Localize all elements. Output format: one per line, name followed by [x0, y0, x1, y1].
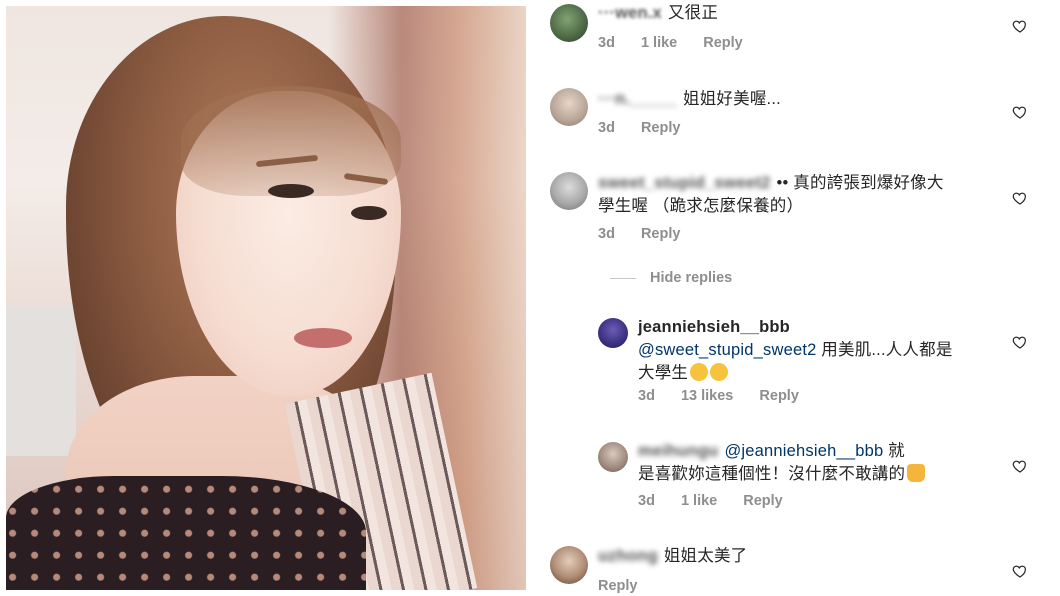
thumbs-up-emoji-icon	[907, 464, 926, 482]
reply-username[interactable]: jeanniehsieh__bbb	[638, 318, 790, 336]
comment-likes[interactable]: 1 like	[641, 35, 677, 51]
avatar[interactable]	[598, 442, 628, 472]
comments-panel: ···wen.x 又很正 3d 1 like Reply ···n._____ 姐姐…	[526, 0, 1060, 596]
comment-username[interactable]: sweet_stupid_sweet2	[598, 174, 771, 192]
comment-text: ···n._____ 姐姐好美喔...	[598, 88, 781, 111]
comment-meta: Reply	[598, 578, 660, 594]
avatar[interactable]	[550, 172, 588, 210]
reply-meta: 3d 13 likes Reply	[638, 388, 821, 404]
comment-text: sweet_stupid_sweet2 •• 真的誇張到爆好像大 學生喔 （跪求怎…	[598, 172, 998, 218]
reply-text: meihungu @jeanniehsieh__bbb 就 是喜歡妳這種個性！沒什…	[638, 440, 1018, 486]
reply-button[interactable]: Reply	[641, 120, 681, 136]
reply-body-line1: 用美肌...人人都是	[816, 341, 953, 359]
like-heart-icon[interactable]	[1012, 18, 1028, 34]
reply-button[interactable]: Reply	[743, 493, 783, 509]
rofl-emoji-icon	[710, 363, 729, 381]
reply-button[interactable]: Reply	[641, 226, 681, 242]
left-eye	[268, 184, 314, 198]
like-heart-icon[interactable]	[1012, 458, 1028, 474]
reply-time: 3d	[638, 388, 655, 404]
reply-body-line2: 大學生	[638, 364, 689, 382]
reply-button[interactable]: Reply	[759, 388, 799, 404]
like-heart-icon[interactable]	[1012, 104, 1028, 120]
like-heart-icon[interactable]	[1012, 563, 1028, 579]
reply-button[interactable]: Reply	[598, 578, 638, 594]
comment-body: 姐姐太美了	[663, 547, 748, 565]
reply-mention[interactable]: @jeanniehsieh__bbb	[724, 442, 883, 460]
comment-username[interactable]: ···wen.x	[598, 4, 662, 22]
lips	[294, 328, 352, 348]
avatar[interactable]	[550, 4, 588, 42]
comment-body-line2: 學生喔 （跪求怎麼保養的）	[598, 197, 804, 215]
comment-text: ···wen.x 又很正	[598, 2, 718, 25]
comment-text: uzhong 姐姐太美了	[598, 545, 747, 568]
divider-line	[610, 277, 636, 279]
post-photo	[6, 6, 526, 590]
background-shelf	[6, 306, 76, 456]
hide-replies-label: Hide replies	[650, 270, 733, 286]
reply-mention[interactable]: @sweet_stupid_sweet2	[638, 341, 817, 359]
reply-likes[interactable]: 1 like	[681, 493, 717, 509]
comment-body: 又很正	[667, 4, 719, 22]
lace-top	[6, 476, 366, 590]
reply-time: 3d	[638, 493, 655, 509]
reply-body-line1: 就	[883, 442, 905, 460]
reply-button[interactable]: Reply	[703, 35, 743, 51]
rofl-emoji-icon	[690, 363, 709, 381]
comment-meta: 3d Reply	[598, 226, 702, 242]
avatar[interactable]	[550, 546, 588, 584]
hide-replies-button[interactable]: Hide replies	[610, 270, 732, 286]
reply-likes[interactable]: 13 likes	[681, 388, 733, 404]
like-heart-icon[interactable]	[1012, 334, 1028, 350]
comment-time: 3d	[598, 120, 615, 136]
comment-body-line1: •• 真的誇張到爆好像大	[776, 174, 944, 192]
right-eye	[351, 206, 387, 220]
comment-username[interactable]: ···n._____	[598, 90, 677, 108]
comment-time: 3d	[598, 35, 615, 51]
comment-time: 3d	[598, 226, 615, 242]
comment-username[interactable]: uzhong	[598, 547, 658, 565]
reply-username[interactable]: meihungu	[638, 442, 718, 460]
avatar[interactable]	[550, 88, 588, 126]
reply-text: jeanniehsieh__bbb @sweet_stupid_sweet2 用…	[638, 316, 1018, 385]
comment-meta: 3d Reply	[598, 120, 702, 136]
comment-meta: 3d 1 like Reply	[598, 35, 765, 51]
avatar[interactable]	[598, 318, 628, 348]
reply-body-line2: 是喜歡妳這種個性！沒什麼不敢講的	[638, 465, 906, 483]
reply-meta: 3d 1 like Reply	[638, 493, 805, 509]
comment-body: 姐姐好美喔...	[683, 90, 781, 108]
like-heart-icon[interactable]	[1012, 190, 1028, 206]
